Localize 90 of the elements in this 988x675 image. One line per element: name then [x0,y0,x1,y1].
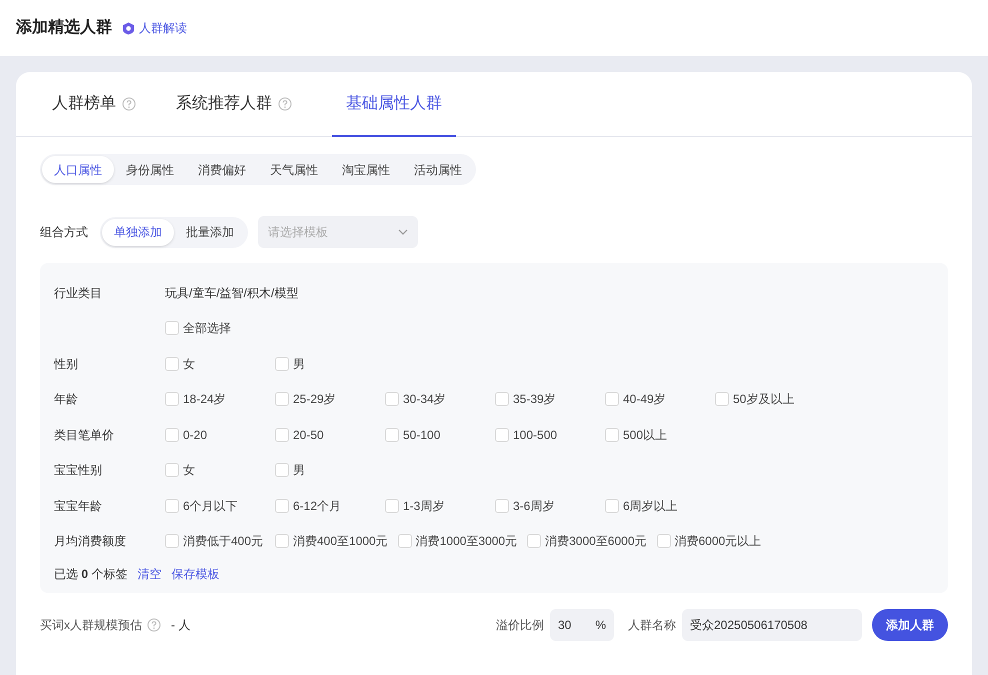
checkbox[interactable] [605,392,619,406]
checkbox-option[interactable]: 6个月以下 [165,496,275,515]
checkbox-option[interactable]: 3-6周岁 [495,496,605,515]
checkbox-option[interactable]: 消费3000至6000元 [527,532,656,550]
checkbox-option[interactable]: 50岁及以上 [715,390,825,408]
checkbox-option[interactable]: 1-3周岁 [385,496,495,515]
checkbox-option[interactable]: 20-50 [275,426,385,444]
checkbox[interactable] [165,534,179,548]
selected-count: 已选 0 个标签 [54,566,128,583]
checkbox-option[interactable]: 全部选择 [165,319,275,338]
checkbox[interactable] [715,392,729,406]
checkbox-option[interactable]: 30-34岁 [385,390,495,408]
mode-option[interactable]: 单独添加 [102,218,174,246]
subtab[interactable]: 人口属性 [42,156,114,183]
page-title: 添加精选人群 [16,18,112,38]
checkbox[interactable] [385,392,399,406]
tab[interactable]: 系统推荐人群 [176,72,272,136]
filter-label: 年龄 [54,392,78,406]
checkbox[interactable] [398,534,412,548]
subtab[interactable]: 消费偏好 [186,156,258,183]
crowd-name-label: 人群名称 [628,617,676,634]
checkbox-option[interactable]: 消费1000至3000元 [398,532,528,550]
checkbox-option[interactable]: 消费400至1000元 [275,532,398,550]
estimate-label: 买词x人群规模预估 [40,617,142,634]
checkbox-option[interactable]: 6周岁以上 [605,496,715,515]
checkbox[interactable] [385,428,399,442]
help-icon[interactable] [147,618,161,632]
filter-label: 类目笔单价 [54,428,114,442]
checkbox[interactable] [165,356,179,371]
checkbox-option[interactable]: 40-49岁 [605,390,715,408]
premium-field[interactable]: 30 % [550,609,614,641]
checkbox[interactable] [165,428,179,442]
checkbox-option[interactable]: 35-39岁 [495,390,605,408]
mode-option[interactable]: 批量添加 [174,218,246,246]
checkbox-option[interactable]: 0-20 [165,426,275,444]
tab[interactable]: 人群榜单 [52,72,116,136]
help-icon[interactable] [122,97,136,111]
checkbox-option[interactable]: 男 [275,354,385,373]
checkbox-option[interactable]: 女 [165,461,275,480]
category-value: 玩具/童车/益智/积木/模型 [165,284,298,302]
filter-label: 行业类目 [54,286,102,300]
filter-label: 性别 [54,356,78,371]
checkbox[interactable] [527,534,542,548]
checkbox-option[interactable]: 100-500 [495,426,605,444]
clear-link[interactable]: 清空 [137,565,162,583]
checkbox[interactable] [605,498,619,513]
checkbox[interactable] [165,321,179,336]
checkbox[interactable] [495,428,509,442]
checkbox[interactable] [275,463,289,478]
checkbox[interactable] [385,498,399,513]
checkbox-option[interactable]: 500以上 [605,426,715,444]
tab[interactable]: 基础属性人群 [332,72,456,136]
checkbox[interactable] [165,463,179,478]
checkbox-option[interactable]: 消费6000元以上 [656,532,772,550]
subtab[interactable]: 淘宝属性 [330,156,402,183]
checkbox[interactable] [495,498,509,513]
premium-label: 溢价比例 [496,617,544,634]
checkbox[interactable] [165,498,179,513]
filter-label: 宝宝性别 [54,463,102,478]
checkbox[interactable] [275,428,289,442]
estimate-value: - 人 [171,617,190,634]
checkbox[interactable] [656,534,670,548]
checkbox[interactable] [605,428,619,442]
checkbox-option[interactable]: 消费低于400元 [165,532,275,550]
field-label: 组合方式 [40,224,89,241]
subtab[interactable]: 活动属性 [402,156,474,183]
checkbox[interactable] [275,392,289,406]
filter-label: 宝宝年龄 [54,498,102,513]
help-icon[interactable] [278,97,292,111]
subtab[interactable]: 天气属性 [258,156,330,183]
filter-label: 月均消费额度 [54,534,126,548]
checkbox-option[interactable]: 18-24岁 [165,390,275,408]
checkbox-option[interactable]: 男 [275,461,385,480]
percent-unit: % [595,617,606,634]
crowd-name-field[interactable]: 受众20250506170508 [682,609,862,641]
checkbox-option[interactable]: 25-29岁 [275,390,385,408]
checkbox[interactable] [275,356,289,371]
checkbox-option[interactable]: 6-12个月 [275,496,385,515]
crowd-guide-link[interactable]: 人群解读 [122,19,187,37]
checkbox-option[interactable]: 女 [165,354,275,373]
checkbox[interactable] [495,392,509,406]
checkbox[interactable] [275,498,289,513]
subtab[interactable]: 身份属性 [114,156,186,183]
add-crowd-button[interactable]: 添加人群 [872,609,948,641]
checkbox[interactable] [165,392,179,406]
chevron-down-icon [398,229,408,235]
checkbox[interactable] [275,534,289,548]
save-template-link[interactable]: 保存模板 [171,565,220,583]
checkbox-option[interactable]: 50-100 [385,426,495,444]
badge-icon [122,22,135,34]
